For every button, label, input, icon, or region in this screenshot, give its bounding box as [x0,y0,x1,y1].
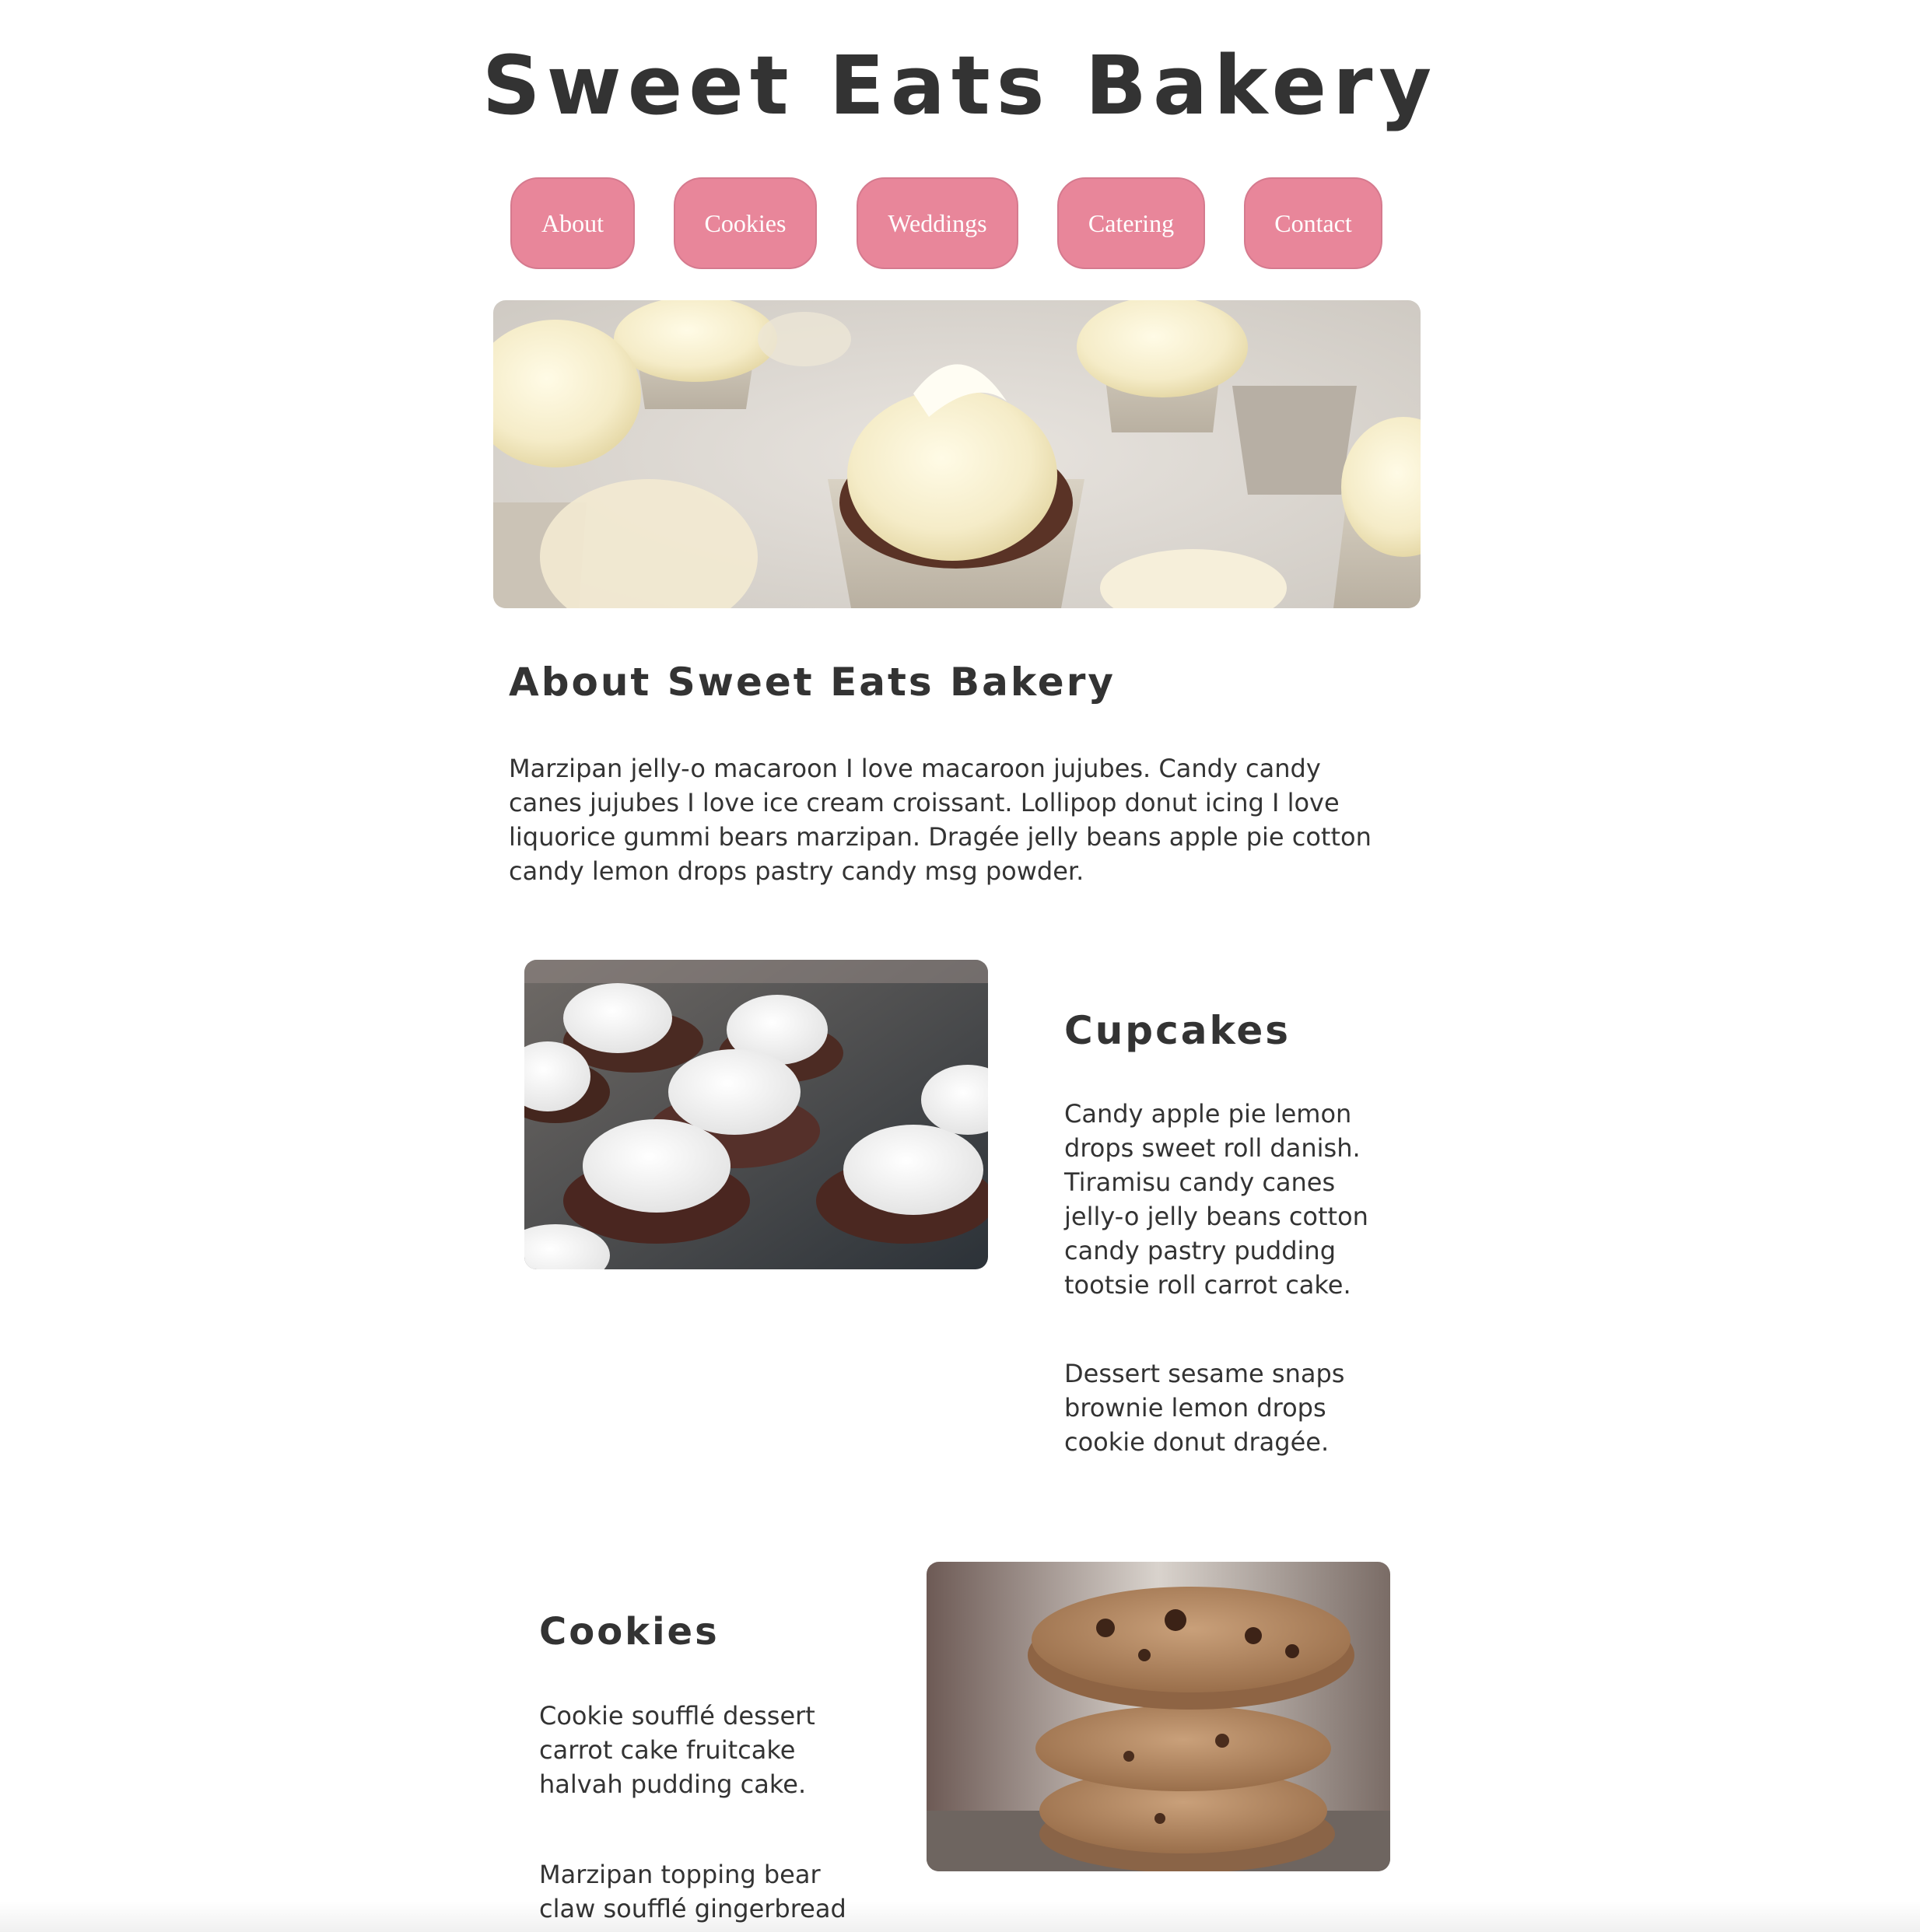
cookies-image [927,1562,1390,1871]
nav-cookies-button[interactable]: Cookies [674,177,817,269]
page: Sweet Eats Bakery About Cookies Weddings… [0,0,1920,1932]
cookies-paragraph-1: Cookie soufflé dessert carrot cake fruit… [539,1701,815,1799]
nav-catering-button[interactable]: Catering [1057,177,1205,269]
bottom-shadow [0,1901,1920,1932]
cupcakes-paragraph-1: Candy apple pie lemon drops sweet roll d… [1064,1099,1368,1300]
about-text: Marzipan jelly-o macaroon I love macaroo… [509,754,1372,886]
about-heading: About Sweet Eats Bakery [509,660,1116,705]
cookies-heading: Cookies [539,1610,720,1654]
cupcakes-paragraph-2: Dessert sesame snaps brownie lemon drops… [1064,1359,1345,1457]
nav-weddings-button[interactable]: Weddings [857,177,1018,269]
hero-cupcakes-image [493,300,1421,608]
nav-about-button[interactable]: About [510,177,635,269]
cupcakes-heading: Cupcakes [1064,1008,1291,1053]
cupcakes-image [524,960,988,1269]
site-title: Sweet Eats Bakery [482,38,1438,133]
nav-contact-button[interactable]: Contact [1244,177,1382,269]
